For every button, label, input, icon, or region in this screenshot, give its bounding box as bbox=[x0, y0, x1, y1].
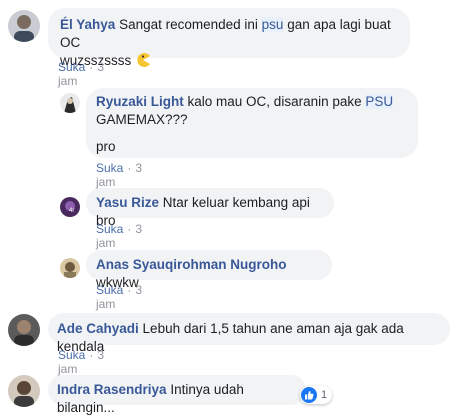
comment-actions: Suka · 3 jam bbox=[58, 60, 105, 88]
comment-actions: Suka · 3 jam bbox=[96, 161, 143, 189]
comment-bubble: Ade Cahyadi Lebuh dari 1,5 tahun ane ama… bbox=[48, 313, 450, 354]
like-button[interactable]: Suka bbox=[96, 222, 123, 236]
like-button[interactable]: Suka bbox=[96, 161, 123, 175]
svg-text:4r: 4r bbox=[69, 208, 74, 214]
like-button[interactable]: Suka bbox=[96, 283, 123, 297]
comment-bubble: Anas Syauqirohman Nugroho wkwkw bbox=[86, 250, 332, 290]
avatar[interactable] bbox=[8, 375, 40, 407]
avatar[interactable] bbox=[8, 10, 40, 42]
comment-author[interactable]: Ryuzaki Light bbox=[96, 94, 184, 109]
comment-actions: Suka · 3 jam bbox=[58, 348, 105, 376]
comment-text: kalo mau OC, disaranin pake bbox=[187, 94, 362, 109]
comment-bubble: Él Yahya Sangat recomended ini psu gan a… bbox=[48, 8, 410, 68]
hashtag-link[interactable]: psu bbox=[261, 17, 284, 32]
reaction-count: 1 bbox=[321, 389, 328, 401]
comment-text: pro bbox=[96, 139, 116, 154]
hashtag-link[interactable]: PSU bbox=[365, 94, 394, 109]
pacman-emoji-icon bbox=[135, 52, 151, 73]
like-button[interactable]: Suka bbox=[58, 60, 85, 74]
comment-text: Sangat recomended ini bbox=[119, 17, 258, 32]
comment-text: GAMEMAX??? bbox=[96, 112, 188, 127]
comment-bubble: Ryuzaki Light kalo mau OC, disaranin pak… bbox=[86, 88, 418, 158]
comment-bubble: Indra Rasendriya Intinya udah bilangin..… bbox=[48, 375, 306, 415]
avatar[interactable] bbox=[60, 93, 80, 113]
comment-author[interactable]: Ade Cahyadi bbox=[57, 321, 139, 336]
avatar[interactable] bbox=[8, 314, 40, 346]
comment-bubble: Yasu Rize Ntar keluar kembang api bro bbox=[86, 188, 334, 228]
comment-actions: Suka · 3 jam bbox=[96, 283, 143, 311]
comment-actions: Suka · 3 jam bbox=[96, 222, 143, 250]
avatar[interactable] bbox=[60, 258, 80, 278]
avatar[interactable]: 4r bbox=[60, 197, 80, 217]
comment-author[interactable]: Indra Rasendriya bbox=[57, 382, 167, 397]
comment-author[interactable]: Él Yahya bbox=[60, 17, 115, 32]
reaction-summary[interactable]: 1 bbox=[300, 386, 333, 404]
comment-author[interactable]: Anas Syauqirohman Nugroho bbox=[96, 257, 287, 272]
like-button[interactable]: Suka bbox=[58, 348, 85, 362]
like-reaction-icon bbox=[301, 387, 317, 403]
comment-author[interactable]: Yasu Rize bbox=[96, 195, 159, 210]
